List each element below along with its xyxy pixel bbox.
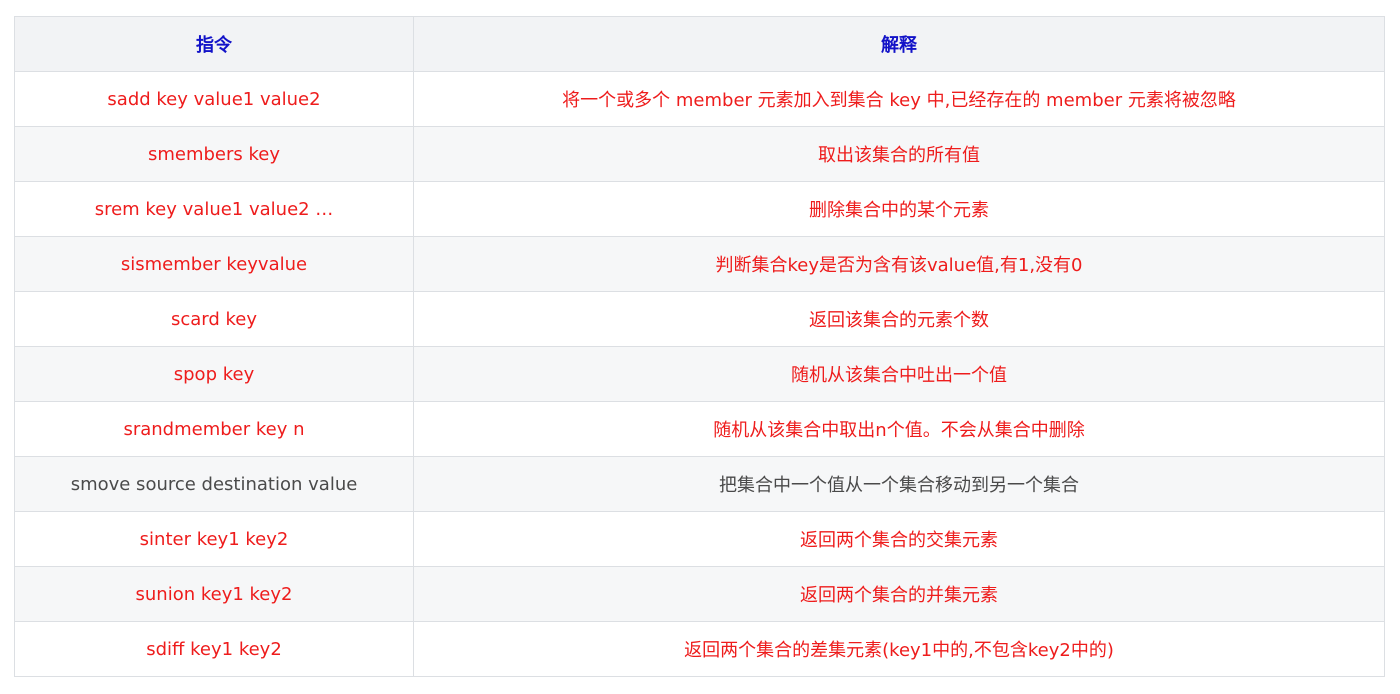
table-row: smembers key 取出该集合的所有值 [14, 126, 1385, 182]
command-cell: srandmember key n [14, 401, 414, 457]
command-cell: sunion key1 key2 [14, 566, 414, 622]
command-cell: sdiff key1 key2 [14, 621, 414, 677]
description-cell: 删除集合中的某个元素 [413, 181, 1385, 237]
command-table-container: 指令 解释 sadd key value1 value2 将一个或多个 memb… [14, 16, 1385, 677]
command-cell: sadd key value1 value2 [14, 71, 414, 127]
table-row: spop key 随机从该集合中吐出一个值 [14, 346, 1385, 402]
header-command: 指令 [14, 16, 414, 72]
command-table: 指令 解释 sadd key value1 value2 将一个或多个 memb… [14, 16, 1385, 677]
description-cell: 返回该集合的元素个数 [413, 291, 1385, 347]
table-row: sunion key1 key2 返回两个集合的并集元素 [14, 566, 1385, 622]
description-cell: 判断集合key是否为含有该value值,有1,没有0 [413, 236, 1385, 292]
table-row: smove source destination value 把集合中一个值从一… [14, 456, 1385, 512]
header-row: 指令 解释 [14, 16, 1385, 72]
table-body: sadd key value1 value2 将一个或多个 member 元素加… [14, 71, 1385, 677]
command-cell: scard key [14, 291, 414, 347]
table-row: sismember keyvalue 判断集合key是否为含有该value值,有… [14, 236, 1385, 292]
table-row: srem key value1 value2 … 删除集合中的某个元素 [14, 181, 1385, 237]
description-cell: 将一个或多个 member 元素加入到集合 key 中,已经存在的 member… [413, 71, 1385, 127]
command-cell: spop key [14, 346, 414, 402]
table-row: scard key 返回该集合的元素个数 [14, 291, 1385, 347]
description-cell: 返回两个集合的交集元素 [413, 511, 1385, 567]
header-description: 解释 [413, 16, 1385, 72]
table-header: 指令 解释 [14, 16, 1385, 72]
command-cell: smove source destination value [14, 456, 414, 512]
command-cell: sinter key1 key2 [14, 511, 414, 567]
table-row: sadd key value1 value2 将一个或多个 member 元素加… [14, 71, 1385, 127]
table-row: sdiff key1 key2 返回两个集合的差集元素(key1中的,不包含ke… [14, 621, 1385, 677]
command-cell: srem key value1 value2 … [14, 181, 414, 237]
description-cell: 取出该集合的所有值 [413, 126, 1385, 182]
description-cell: 返回两个集合的并集元素 [413, 566, 1385, 622]
command-cell: smembers key [14, 126, 414, 182]
table-row: srandmember key n 随机从该集合中取出n个值。不会从集合中删除 [14, 401, 1385, 457]
description-cell: 随机从该集合中取出n个值。不会从集合中删除 [413, 401, 1385, 457]
description-cell: 把集合中一个值从一个集合移动到另一个集合 [413, 456, 1385, 512]
description-cell: 返回两个集合的差集元素(key1中的,不包含key2中的) [413, 621, 1385, 677]
table-row: sinter key1 key2 返回两个集合的交集元素 [14, 511, 1385, 567]
description-cell: 随机从该集合中吐出一个值 [413, 346, 1385, 402]
command-cell: sismember keyvalue [14, 236, 414, 292]
